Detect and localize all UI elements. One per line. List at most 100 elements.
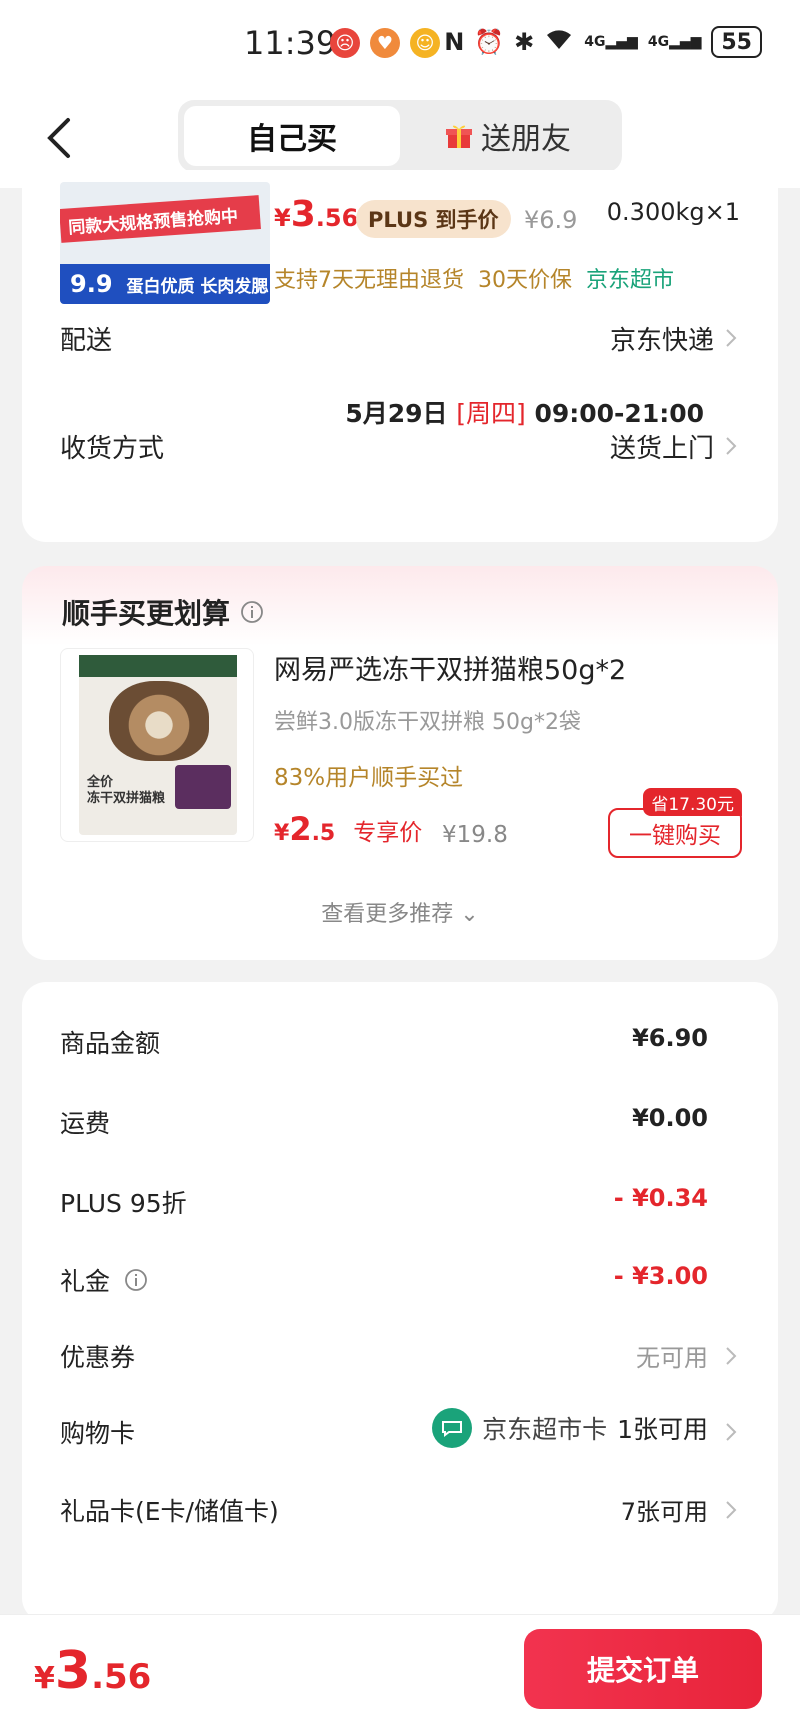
tab-send-friend[interactable]: 送朋友 (400, 106, 616, 166)
chevron-right-icon (724, 326, 738, 350)
app-notification-icon: ♥ (370, 28, 400, 58)
chevron-right-icon (724, 1344, 738, 1368)
back-icon[interactable] (40, 112, 80, 164)
goods-amount-label: 商品金额 (60, 1029, 161, 1058)
delivery-date: 5月29日 (345, 399, 448, 428)
price-symbol: ¥ (34, 1661, 55, 1696)
notification-icons: ☹ ♥ ☺ (330, 28, 440, 58)
coupon-label: 优惠券 (60, 1343, 136, 1372)
service-price-protect: 30天价保 (478, 268, 572, 293)
order-product-card: 同款大规格预售抢购中 9.9 蛋白优质 长肉发腮 ¥3.56 PLUS 到手价 … (22, 170, 778, 542)
promo-slogan: 蛋白优质 长肉发腮 (126, 276, 269, 297)
tab-buy-self-label: 自己买 (247, 122, 337, 157)
alarm-icon: ⏰ (474, 28, 505, 56)
receive-label: 收货方式 (60, 434, 165, 464)
gift-cash-label: 礼金 (60, 1267, 111, 1296)
service-tags: 支持7天无理由退货 30天价保 京东超市 (274, 262, 674, 294)
shipping-value: ¥0.00 (632, 1104, 708, 1132)
bag-label: 冻干双拼猫粮 (87, 791, 166, 806)
bag-brand-strip (79, 655, 237, 677)
plus-discount-label: PLUS 95折 (60, 1189, 187, 1218)
product-promo-strip: 9.9 蛋白优质 长肉发腮 (60, 264, 270, 304)
save-badge: 省17.30元 (643, 788, 742, 816)
promo-price: 9.9 (70, 270, 113, 298)
plus-discount-value: - ¥0.34 (613, 1184, 708, 1212)
app-notification-icon: ☹ (330, 28, 360, 58)
gift-card-label: 礼品卡(E卡/储值卡) (60, 1497, 279, 1526)
more-recommend-label: 查看更多推荐 (321, 902, 454, 927)
shopping-card-value-wrap: 京东超市卡 1张可用 (432, 1408, 708, 1448)
gift-cash-value: - ¥3.00 (613, 1262, 708, 1290)
weight-quantity: 0.300kg×1 (606, 198, 740, 226)
chevron-right-icon (724, 1498, 738, 1522)
service-return: 支持7天无理由退货 (274, 268, 464, 293)
goods-amount-value: ¥6.90 (632, 1024, 708, 1052)
original-price: ¥6.9 (524, 206, 578, 234)
more-recommend-link[interactable]: 查看更多推荐 ⌄ (22, 896, 778, 928)
bluetooth-icon: ✱ (514, 28, 535, 56)
shopping-card-name: 京东超市卡 (482, 1415, 608, 1444)
price-int: 2 (289, 810, 312, 848)
info-icon[interactable] (240, 600, 264, 624)
chevron-right-icon (724, 1420, 738, 1444)
tab-send-friend-label: 送朋友 (481, 122, 571, 157)
status-bar: 11:39 ☹ ♥ ☺ N ⏰ ✱ 4G▂▄▆ 4G▂▄▆ 55 (0, 0, 800, 90)
chevron-down-icon: ⌄ (460, 902, 479, 927)
wifi-icon (544, 27, 574, 57)
price-int: 3 (290, 194, 316, 235)
price-detail-card: 商品金额 ¥6.90 运费 ¥0.00 PLUS 95折 - ¥0.34 礼金 … (22, 982, 778, 1622)
price-symbol: ¥ (274, 204, 291, 232)
checkout-bar: ¥3.56 提交订单 (0, 1614, 800, 1732)
delivery-weekday: [周四] (456, 399, 526, 428)
cat-illustration (109, 681, 209, 761)
delivery-method: 京东快递 (609, 326, 714, 356)
price-symbol: ¥ (274, 821, 290, 846)
status-indicators: N ⏰ ✱ 4G▂▄▆ 4G▂▄▆ 55 (444, 26, 762, 58)
price-dec: .5 (311, 821, 336, 846)
buy-mode-switch: 自己买 送朋友 (178, 100, 622, 172)
product-image[interactable]: 同款大规格预售抢购中 9.9 蛋白优质 长肉发腮 (60, 182, 270, 304)
plus-price-tag: PLUS 到手价 (356, 200, 511, 238)
recommend-product-spec: 尝鲜3.0版冻干双拼粮 50g*2袋 (274, 710, 581, 735)
product-banner: 同款大规格预售抢购中 (60, 195, 261, 243)
coupon-value: 无可用 (636, 1344, 708, 1372)
submit-order-button[interactable]: 提交订单 (524, 1629, 762, 1709)
nfc-icon: N (444, 28, 465, 56)
price-dec: .56 (91, 1657, 152, 1697)
recommend-product-image[interactable]: 全价 冻干双拼猫粮 (60, 648, 254, 842)
product-price: ¥3.56 (274, 194, 358, 235)
recommend-title-text: 顺手买更划算 (62, 597, 231, 630)
total-price: ¥3.56 (34, 1641, 151, 1701)
recommend-price: ¥2.5 专享价 (274, 810, 422, 848)
receive-value: 送货上门 (609, 434, 714, 464)
gift-cash-label-wrap: 礼金 (60, 1262, 148, 1298)
shopping-card-value: 1张可用 (617, 1415, 708, 1444)
battery-icon: 55 (711, 26, 762, 58)
tab-buy-self[interactable]: 自己买 (184, 106, 400, 166)
signal-icon: 4G▂▄▆ (647, 34, 702, 50)
delivery-time: 5月29日 [周四] 09:00-21:00 (345, 394, 704, 430)
shipping-label: 运费 (60, 1109, 111, 1138)
delivery-label: 配送 (60, 326, 113, 356)
bag-nutrition-box (175, 765, 231, 809)
cat-food-bag: 全价 冻干双拼猫粮 (79, 655, 237, 835)
jd-supermarket-card-icon (432, 1408, 473, 1448)
status-time: 11:39 (244, 24, 337, 62)
service-store: 京东超市 (586, 268, 675, 293)
recommend-buyers: 83%用户顺手买过 (274, 765, 464, 791)
signal-icon: 4G▂▄▆ (584, 34, 638, 50)
price-dec: .56 (315, 204, 359, 232)
recommend-original-price: ¥19.8 (442, 822, 508, 848)
delivery-window: 09:00-21:00 (534, 399, 704, 428)
gift-icon (446, 125, 472, 148)
exclusive-price-tag: 专享价 (353, 820, 423, 846)
app-notification-icon: ☺ (410, 28, 440, 58)
info-icon[interactable] (124, 1268, 148, 1292)
price-int: 3 (54, 1641, 92, 1701)
chevron-right-icon (724, 434, 738, 458)
recommend-product-name[interactable]: 网易严选冻干双拼猫粮50g*2 (274, 648, 626, 687)
shopping-card-label: 购物卡 (60, 1419, 136, 1448)
gift-card-value: 7张可用 (620, 1498, 708, 1526)
recommend-title: 顺手买更划算 (62, 592, 264, 632)
recommend-card: 顺手买更划算 全价 冻干双拼猫粮 网易严选冻干双拼猫粮50g*2 尝鲜3.0版冻… (22, 566, 778, 960)
